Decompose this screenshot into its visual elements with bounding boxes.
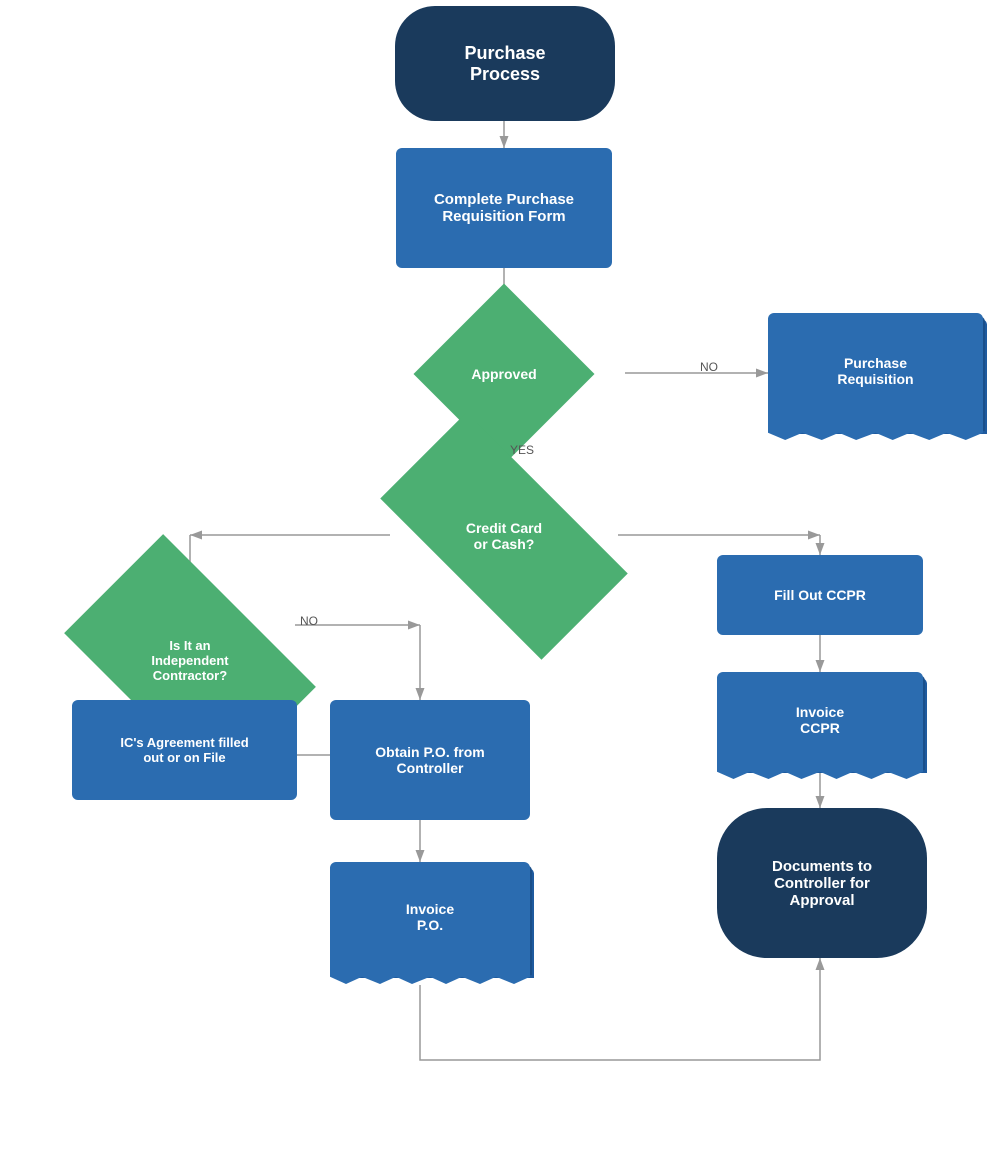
invoice-po-label: InvoiceP.O. <box>406 901 454 933</box>
invoice-po-node: InvoiceP.O. <box>330 862 530 977</box>
purchase-requisition-node: PurchaseRequisition <box>768 313 983 433</box>
flowchart: PurchaseProcess Complete PurchaseRequisi… <box>0 0 1000 1155</box>
no-label-ic: NO <box>300 614 318 628</box>
fill-ccpr-label: Fill Out CCPR <box>774 587 866 603</box>
no-label-approved: NO <box>700 360 718 374</box>
invoice-ccpr-label: InvoiceCCPR <box>796 704 844 736</box>
documents-controller-node: Documents toController forApproval <box>717 808 927 958</box>
yes-label-approved: YES <box>510 443 534 457</box>
complete-form-label: Complete PurchaseRequisition Form <box>434 191 574 225</box>
purchase-req-label: PurchaseRequisition <box>837 355 913 387</box>
credit-card-label: Credit Cardor Cash? <box>390 475 618 597</box>
ics-agreement-node: IC's Agreement filledout or on File <box>72 700 297 800</box>
ics-agreement-label: IC's Agreement filledout or on File <box>120 735 248 765</box>
invoice-ccpr-node: InvoiceCCPR <box>717 672 923 772</box>
credit-card-diamond: Credit Cardor Cash? <box>380 412 627 659</box>
obtain-po-node: Obtain P.O. fromController <box>330 700 530 820</box>
start-node: PurchaseProcess <box>395 6 615 121</box>
documents-controller-label: Documents toController forApproval <box>772 858 872 909</box>
obtain-po-label: Obtain P.O. fromController <box>375 744 484 776</box>
complete-form-node: Complete PurchaseRequisition Form <box>396 148 612 268</box>
fill-ccpr-node: Fill Out CCPR <box>717 555 923 635</box>
start-label: PurchaseProcess <box>464 43 545 85</box>
